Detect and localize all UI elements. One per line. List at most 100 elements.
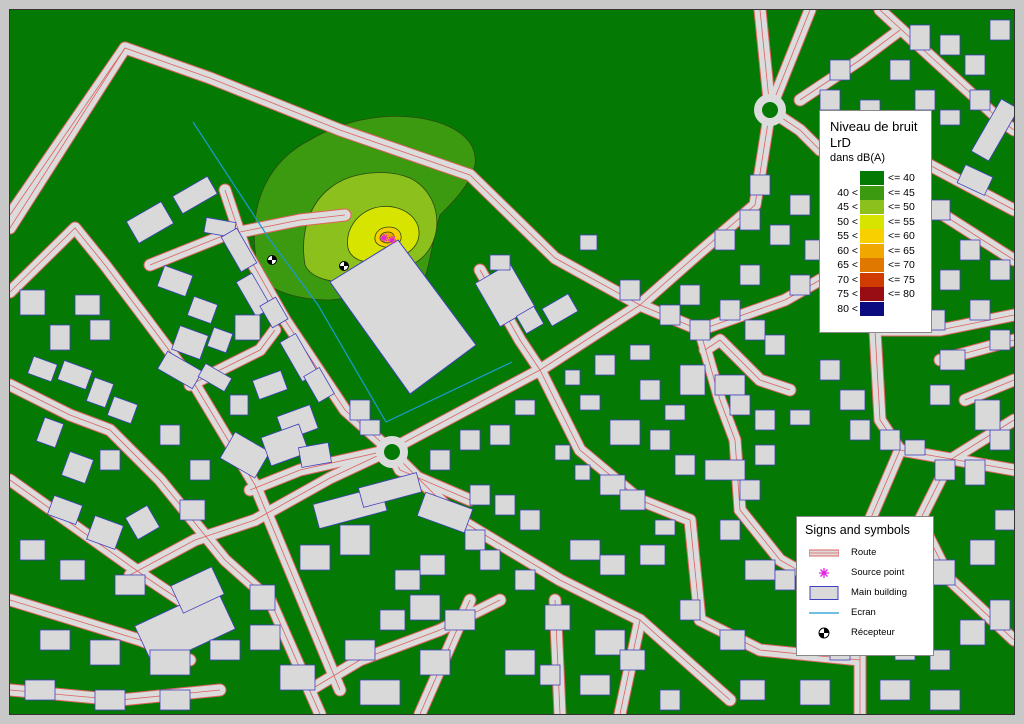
- building: [664, 404, 686, 421]
- receptor-marker[interactable]: [339, 261, 349, 271]
- legend-scale-row: 80 <: [820, 301, 933, 317]
- building: [879, 679, 911, 701]
- building: [719, 519, 741, 541]
- building: [659, 689, 681, 711]
- scale-lower-bound: 80 <: [837, 302, 858, 315]
- legend-scale-row: 70 < <= 75: [820, 272, 933, 288]
- legend-scale-row: 40 < <= 45: [820, 185, 933, 201]
- building: [879, 429, 901, 451]
- building: [99, 449, 121, 471]
- legend-scale-row: 75 < <= 80: [820, 287, 933, 302]
- map-frame: Niveau de bruit LrD dans dB(A) <= 40 40 <…: [0, 0, 1024, 724]
- building: [594, 354, 616, 376]
- scale-upper-bound: <= 40: [888, 172, 915, 184]
- sign-label: Main building: [851, 587, 907, 598]
- building: [249, 584, 276, 611]
- building: [464, 529, 486, 551]
- scale-upper-bound: <= 65: [888, 244, 915, 257]
- building: [969, 539, 996, 566]
- building: [964, 54, 986, 76]
- sign-row-main-building: Main building: [805, 583, 933, 603]
- building: [479, 549, 501, 571]
- building: [24, 679, 56, 701]
- building: [819, 359, 841, 381]
- building: [914, 89, 936, 111]
- building: [359, 419, 381, 436]
- building: [579, 674, 611, 696]
- building: [939, 349, 966, 371]
- building: [189, 459, 211, 481]
- building: [229, 394, 249, 416]
- roundabout: [376, 436, 408, 468]
- building: [579, 394, 601, 411]
- building: [939, 109, 961, 126]
- building: [379, 609, 406, 631]
- building: [19, 539, 46, 561]
- building: [719, 629, 746, 651]
- building: [679, 284, 701, 306]
- building: [989, 329, 1011, 351]
- legend-indicator: LrD: [830, 135, 851, 150]
- building: [494, 494, 516, 516]
- building: [959, 239, 981, 261]
- sign-label: Récepteur: [851, 627, 895, 638]
- building: [459, 429, 481, 451]
- building: [489, 254, 511, 271]
- building: [969, 89, 991, 111]
- building: [889, 59, 911, 81]
- building: [649, 429, 671, 451]
- scale-lower-bound: 70 <: [837, 273, 858, 286]
- building: [394, 569, 421, 591]
- scale-upper-bound: <= 45: [888, 186, 915, 199]
- building: [469, 484, 491, 506]
- building: [564, 369, 581, 386]
- building: [959, 619, 986, 646]
- building: [574, 464, 591, 481]
- building: [639, 544, 666, 566]
- building: [344, 639, 376, 661]
- building: [444, 609, 476, 631]
- building: [159, 424, 181, 446]
- scale-upper-bound: <= 80: [888, 288, 915, 300]
- building: [639, 379, 661, 401]
- building: [569, 539, 601, 561]
- building: [619, 279, 641, 301]
- noise-map[interactable]: Niveau de bruit LrD dans dB(A) <= 40 40 <…: [9, 9, 1015, 715]
- building: [774, 569, 796, 591]
- legend-scale-row: 65 < <= 70: [820, 258, 933, 273]
- building: [339, 524, 371, 556]
- sign-row-ecran: Ecran: [805, 603, 933, 623]
- building: [704, 459, 746, 481]
- building: [989, 19, 1011, 41]
- building: [19, 289, 46, 316]
- scale-lower-bound: 60 <: [837, 244, 858, 257]
- legend-scale-row: <= 40: [820, 171, 933, 186]
- building: [849, 419, 871, 441]
- building: [629, 344, 651, 361]
- building: [554, 444, 571, 461]
- building: [829, 59, 851, 81]
- scale-lower-bound: 40 <: [837, 186, 858, 199]
- building: [839, 389, 866, 411]
- scale-upper-bound: <= 70: [888, 259, 915, 271]
- building: [209, 639, 241, 661]
- building: [974, 399, 1001, 431]
- building: [714, 229, 736, 251]
- building: [539, 664, 561, 686]
- scale-color-swatch: [860, 287, 884, 301]
- building: [789, 194, 811, 216]
- legend-title: Niveau de bruit: [830, 119, 918, 134]
- legend-scale-row: 45 < <= 50: [820, 200, 933, 215]
- building: [739, 264, 761, 286]
- building: [909, 24, 931, 51]
- building: [989, 599, 1011, 631]
- sign-label: Route: [851, 547, 877, 558]
- building: [609, 419, 641, 446]
- building: [579, 234, 598, 251]
- building: [249, 624, 281, 651]
- receptor-marker[interactable]: [267, 255, 277, 265]
- scale-upper-bound: <= 55: [888, 215, 915, 228]
- route-icon: [809, 549, 839, 557]
- building: [39, 629, 71, 651]
- building: [59, 559, 86, 581]
